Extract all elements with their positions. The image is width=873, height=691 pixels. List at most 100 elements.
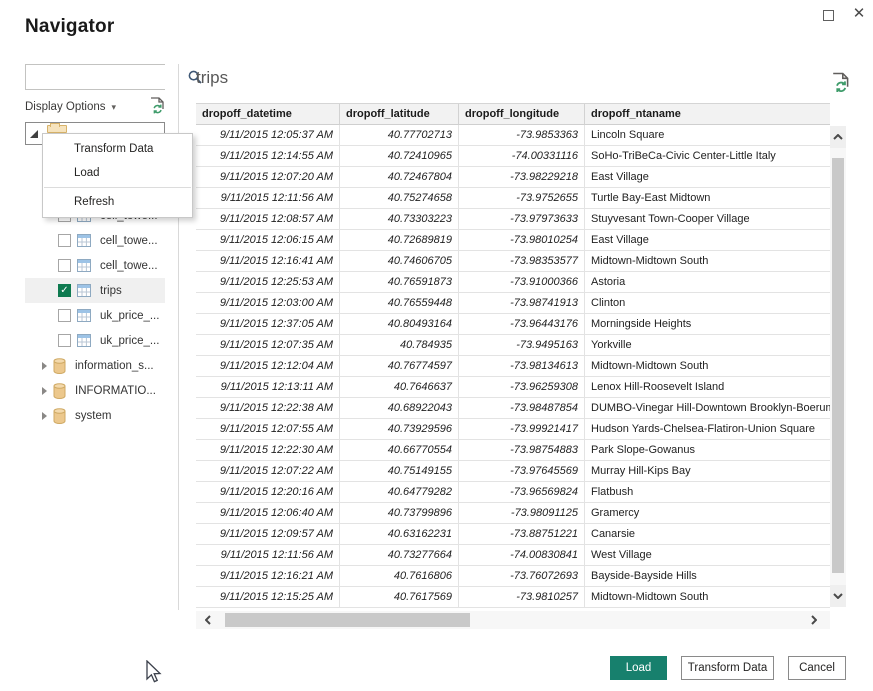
cell-ntaname: Lenox Hill-Roosevelt Island (585, 377, 830, 398)
checkbox-unchecked[interactable] (58, 234, 71, 247)
search-box (25, 64, 165, 90)
column-header-dropoff-datetime[interactable]: dropoff_datetime (196, 104, 340, 125)
cell-value: -73.9752655 (459, 188, 585, 209)
checkbox-checked[interactable]: ✓ (58, 284, 71, 297)
cell-value: -74.00830841 (459, 545, 585, 566)
cell-value: 9/11/2015 12:13:11 AM (196, 377, 340, 398)
cell-value: 9/11/2015 12:06:40 AM (196, 503, 340, 524)
cell-ntaname: Astoria (585, 272, 830, 293)
cell-ntaname: East Village (585, 167, 830, 188)
cell-value: 40.77702713 (340, 125, 459, 146)
cell-value: 40.63162231 (340, 524, 459, 545)
database-icon (53, 408, 66, 424)
sidebar-item-information-s[interactable]: information_s... (25, 353, 165, 378)
table-row: 9/11/2015 12:15:25 AM40.7617569-73.98102… (196, 587, 830, 608)
transform-data-button[interactable]: Transform Data (681, 656, 774, 680)
scroll-up-icon[interactable] (830, 126, 846, 148)
cell-value: 40.72689819 (340, 230, 459, 251)
table-row: 9/11/2015 12:20:16 AM40.64779282-73.9656… (196, 482, 830, 503)
column-header-dropoff-longitude[interactable]: dropoff_longitude (459, 104, 585, 125)
cell-value: -73.88751221 (459, 524, 585, 545)
table-row: 9/11/2015 12:07:35 AM40.784935-73.949516… (196, 335, 830, 356)
refresh-preview-icon[interactable] (832, 72, 850, 98)
cell-value: -73.99921417 (459, 419, 585, 440)
sidebar-item-system[interactable]: system (25, 403, 165, 428)
cell-value: 9/11/2015 12:25:53 AM (196, 272, 340, 293)
cell-ntaname: Park Slope-Gowanus (585, 440, 830, 461)
cell-ntaname: Turtle Bay-East Midtown (585, 188, 830, 209)
cell-value: -73.97645569 (459, 461, 585, 482)
search-input[interactable] (26, 65, 188, 89)
sidebar-item-informatio[interactable]: INFORMATIO... (25, 378, 165, 403)
table-row: 9/11/2015 12:05:37 AM40.77702713-73.9853… (196, 125, 830, 146)
sidebar-item-trips[interactable]: ✓ trips (25, 278, 165, 303)
cell-value: 40.75149155 (340, 461, 459, 482)
horizontal-scrollbar[interactable] (196, 611, 830, 629)
sidebar-item-cell-towe[interactable]: cell_towe... (25, 228, 165, 253)
cell-value: 40.66770554 (340, 440, 459, 461)
cell-ntaname: Yorkville (585, 335, 830, 356)
cell-ntaname: Midtown-Midtown South (585, 356, 830, 377)
sidebar-item-label: information_s... (75, 360, 154, 372)
scroll-down-icon[interactable] (830, 585, 846, 607)
table-row: 9/11/2015 12:11:56 AM40.75274658-73.9752… (196, 188, 830, 209)
refresh-preview-icon[interactable] (150, 97, 165, 117)
vertical-scrollbar[interactable] (830, 126, 846, 607)
sidebar-item-uk-price[interactable]: uk_price_... (25, 303, 165, 328)
table-row: 9/11/2015 12:07:55 AM40.73929596-73.9992… (196, 419, 830, 440)
cell-value: 9/11/2015 12:08:57 AM (196, 209, 340, 230)
sidebar-item-label: trips (100, 285, 122, 297)
cell-value: 9/11/2015 12:22:30 AM (196, 440, 340, 461)
column-header-dropoff-latitude[interactable]: dropoff_latitude (340, 104, 459, 125)
maximize-button[interactable] (820, 7, 836, 23)
checkbox-unchecked[interactable] (58, 334, 71, 347)
cell-ntaname: Flatbush (585, 482, 830, 503)
cell-value: -73.98134613 (459, 356, 585, 377)
sidebar-item-label: cell_towe... (100, 235, 158, 247)
cell-ntaname: Gramercy (585, 503, 830, 524)
menu-item-refresh[interactable]: Refresh (43, 190, 192, 214)
cell-ntaname: Midtown-Midtown South (585, 587, 830, 608)
scroll-right-icon[interactable] (802, 615, 826, 625)
chevron-down-icon: ▾ (112, 102, 117, 113)
table-icon (77, 334, 91, 347)
table-row: 9/11/2015 12:09:57 AM40.63162231-73.8875… (196, 524, 830, 545)
checkbox-unchecked[interactable] (58, 309, 71, 322)
cell-value: -73.98353577 (459, 251, 585, 272)
cell-value: 9/11/2015 12:12:04 AM (196, 356, 340, 377)
preview-table: dropoff_datetimedropoff_latitudedropoff_… (196, 103, 830, 608)
menu-separator (44, 187, 191, 188)
cell-value: 40.76591873 (340, 272, 459, 293)
vertical-scroll-thumb[interactable] (832, 158, 844, 573)
chevron-collapsed-icon[interactable] (42, 412, 47, 420)
checkbox-unchecked[interactable] (58, 259, 71, 272)
horizontal-scroll-thumb[interactable] (225, 613, 470, 627)
cell-value: 9/11/2015 12:07:20 AM (196, 167, 340, 188)
cell-value: 9/11/2015 12:16:21 AM (196, 566, 340, 587)
menu-item-load[interactable]: Load (43, 161, 192, 185)
scroll-left-icon[interactable] (196, 615, 220, 625)
table-row: 9/11/2015 12:08:57 AM40.73303223-73.9797… (196, 209, 830, 230)
cell-ntaname: East Village (585, 230, 830, 251)
cell-value: -73.98754883 (459, 440, 585, 461)
load-button[interactable]: Load (610, 656, 667, 680)
chevron-collapsed-icon[interactable] (42, 362, 47, 370)
chevron-collapsed-icon[interactable] (42, 387, 47, 395)
column-header-dropoff-ntaname[interactable]: dropoff_ntaname (585, 104, 830, 125)
cell-value: 9/11/2015 12:20:16 AM (196, 482, 340, 503)
display-options[interactable]: Display Options ▾ (25, 98, 165, 116)
table-icon (77, 259, 91, 272)
table-row: 9/11/2015 12:06:15 AM40.72689819-73.9801… (196, 230, 830, 251)
sidebar-item-uk-price[interactable]: uk_price_... (25, 328, 165, 353)
cell-ntaname: Canarsie (585, 524, 830, 545)
close-button[interactable]: ✕ (851, 5, 867, 21)
cell-value: 40.72410965 (340, 146, 459, 167)
cancel-button[interactable]: Cancel (788, 656, 846, 680)
table-row: 9/11/2015 12:37:05 AM40.80493164-73.9644… (196, 314, 830, 335)
cell-value: 9/11/2015 12:06:15 AM (196, 230, 340, 251)
sidebar-item-cell-towe[interactable]: cell_towe... (25, 253, 165, 278)
table-icon (77, 284, 91, 297)
cell-ntaname: Midtown-Midtown South (585, 251, 830, 272)
menu-item-transform-data[interactable]: Transform Data (43, 137, 192, 161)
cell-value: 9/11/2015 12:09:57 AM (196, 524, 340, 545)
